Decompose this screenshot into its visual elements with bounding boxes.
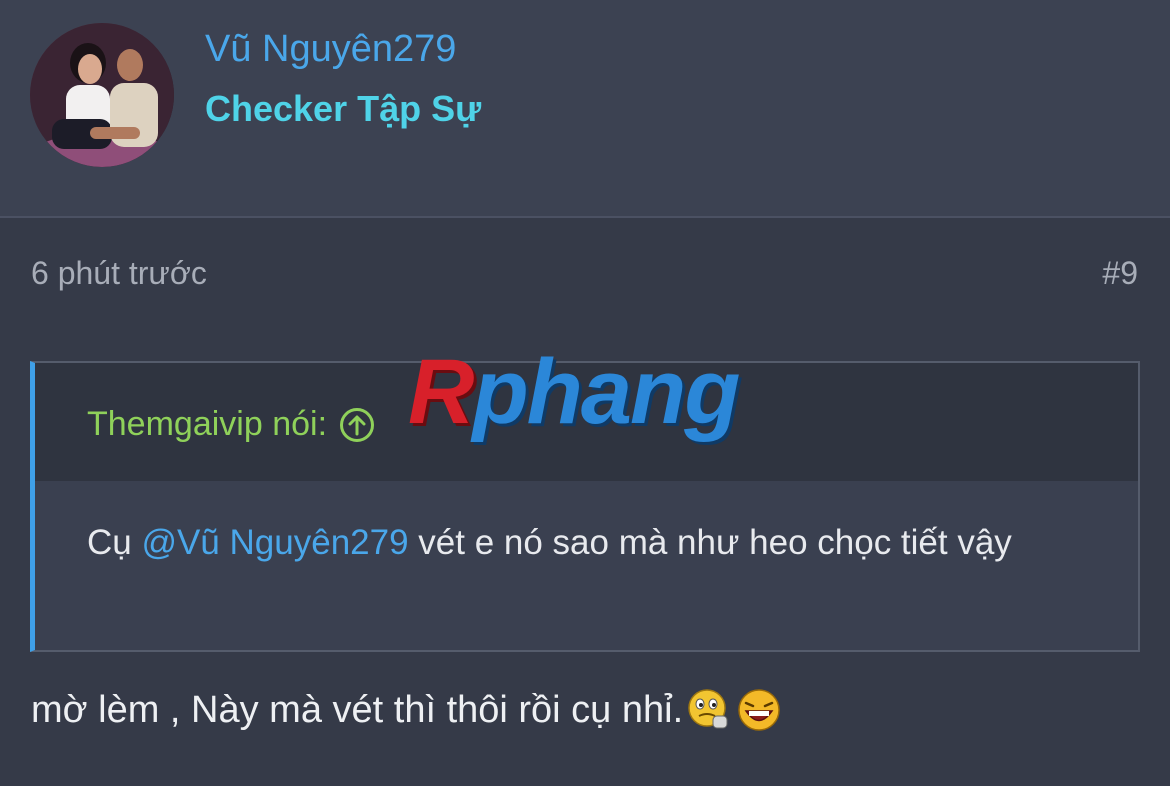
watermark-first: R [408, 341, 474, 443]
avatar[interactable] [30, 23, 174, 167]
post-number[interactable]: #9 [1102, 255, 1138, 292]
user-title: Checker Tập Sự [205, 88, 482, 129]
quote-author-link[interactable]: Themgaivip nói: [87, 405, 375, 444]
thinking-smiley-icon [685, 686, 733, 734]
watermark-rest: phang [472, 341, 740, 443]
quote-author-label[interactable]: Themgaivip nói: [87, 405, 327, 444]
user-header: Vũ Nguyên279 Checker Tập Sự [0, 0, 1170, 218]
post-body: mờ lèm , Này mà vét thì thôi rồi cụ nhỉ. [31, 686, 783, 734]
username-link[interactable]: Vũ Nguyên279 [205, 28, 456, 71]
mention-link[interactable]: @Vũ Nguyên279 [141, 523, 408, 562]
post-text: mờ lèm , Này mà vét thì thôi rồi cụ nhỉ. [31, 688, 684, 731]
quote-text-after: vét e nó sao mà như heo chọc tiết vậy [408, 523, 1012, 562]
laughing-smiley-icon [735, 686, 783, 734]
watermark-logo: Rphang [408, 340, 740, 445]
post-timestamp[interactable]: 6 phút trước [31, 255, 207, 292]
arrow-up-circle-icon[interactable] [339, 407, 375, 443]
quote-text-before: Cụ [87, 523, 142, 562]
quote-text: Cụ @Vũ Nguyên279 vét e nó sao mà như heo… [35, 481, 1138, 571]
